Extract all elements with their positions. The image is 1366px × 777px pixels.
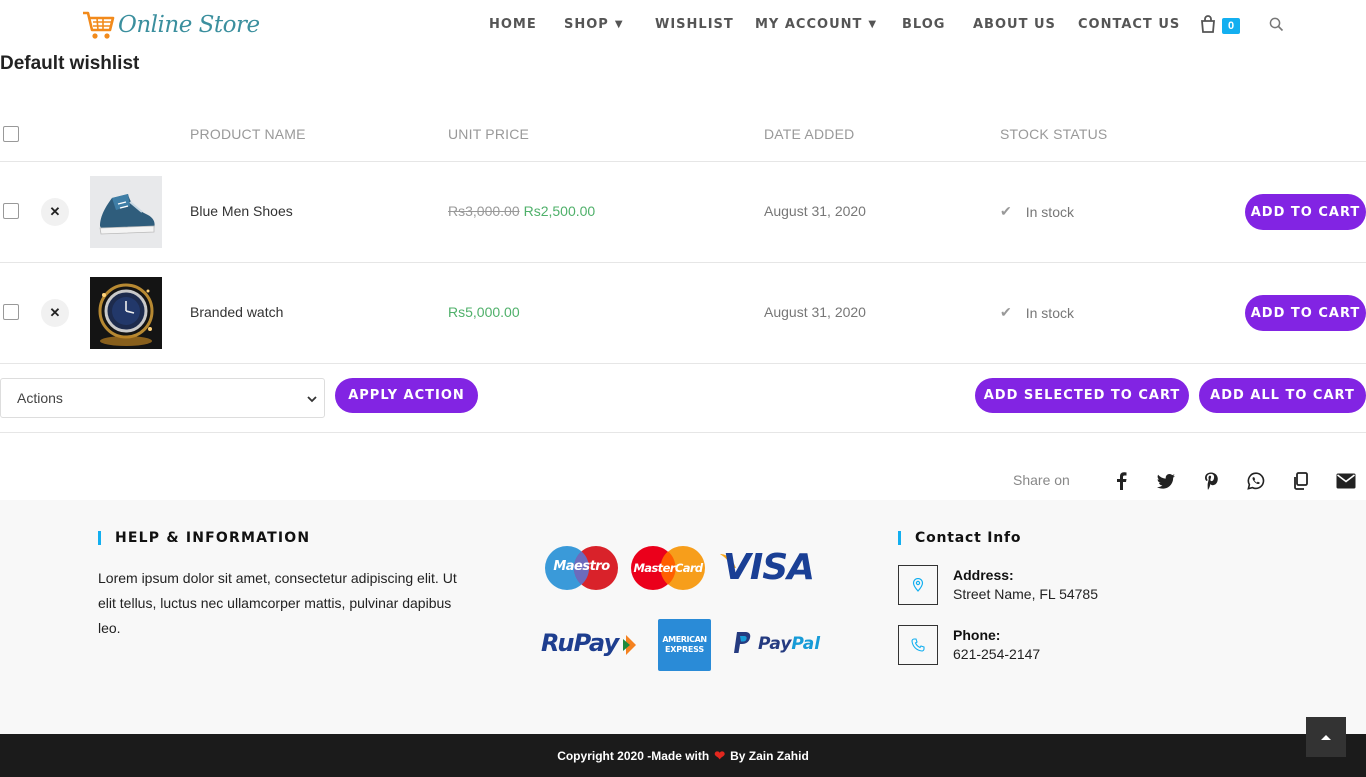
add-to-cart-button[interactable]: ADD TO CART: [1245, 194, 1366, 230]
nav-my-account[interactable]: MY ACCOUNT ▼: [755, 17, 877, 32]
scroll-to-top-button[interactable]: [1306, 717, 1346, 757]
unit-price: Rs3,000.00 Rs2,500.00: [448, 203, 595, 219]
divider: [0, 363, 1366, 364]
copyright-text: Copyright 2020 -Made with: [557, 748, 710, 763]
email-icon[interactable]: [1335, 470, 1357, 492]
heart-icon: ❤: [714, 747, 726, 763]
location-pin-icon: [898, 565, 938, 605]
sale-price: Rs5,000.00: [448, 304, 520, 320]
paypal-logo-icon: [734, 632, 751, 653]
share-label: Share on: [1013, 472, 1070, 488]
rupay-label: RuPay: [541, 629, 619, 657]
remove-icon[interactable]: ✕: [41, 299, 69, 327]
chevron-down-icon: ▼: [868, 19, 878, 30]
add-all-to-cart-button[interactable]: ADD ALL TO CART: [1199, 378, 1366, 413]
help-information-text: Lorem ipsum dolor sit amet, consectetur …: [98, 570, 457, 636]
contact-info-title: Contact Info: [898, 531, 1021, 545]
apply-action-button[interactable]: APPLY ACTION: [335, 378, 478, 413]
search-icon[interactable]: [1269, 17, 1284, 37]
add-to-cart-button[interactable]: ADD TO CART: [1245, 295, 1366, 331]
stock-status: ✔ In stock: [1000, 203, 1074, 220]
nav-home[interactable]: HOME: [489, 17, 537, 32]
nav-shop-label: SHOP: [564, 17, 609, 32]
phone-label: Phone:: [953, 627, 1001, 643]
twitter-icon[interactable]: [1155, 470, 1177, 492]
maestro-label: Maestro: [553, 559, 610, 574]
column-header-date-added: DATE ADDED: [764, 126, 855, 142]
copyright-bar: Copyright 2020 -Made with ❤ By Zain Zahi…: [0, 734, 1366, 777]
rupay-arrow-icon: [623, 635, 636, 655]
watch-image[interactable]: [90, 277, 162, 349]
add-selected-to-cart-button[interactable]: ADD SELECTED TO CART: [975, 378, 1189, 413]
facebook-icon[interactable]: [1110, 470, 1132, 492]
nav-my-account-label: MY ACCOUNT: [755, 17, 863, 32]
whatsapp-icon[interactable]: [1245, 470, 1267, 492]
nav-contact[interactable]: CONTACT US: [1078, 17, 1180, 32]
chevron-down-icon: [306, 392, 318, 408]
mastercard-label: MasterCard: [633, 561, 703, 575]
paypal-pal: Pal: [791, 634, 821, 654]
divider: [0, 161, 1366, 162]
sale-price: Rs2,500.00: [523, 203, 596, 219]
column-header-stock-status: STOCK STATUS: [1000, 126, 1108, 142]
column-header-product-name: PRODUCT NAME: [190, 126, 306, 142]
stock-status: ✔ In stock: [1000, 304, 1074, 321]
divider: [0, 262, 1366, 263]
stock-status-label: In stock: [1025, 203, 1074, 220]
page-title: Default wishlist: [0, 53, 140, 74]
amex-line-2: EXPRESS: [665, 645, 704, 654]
logo-text: Online Store: [118, 12, 260, 38]
paypal-label: PayPal: [758, 633, 820, 655]
paypal-pay: Pay: [758, 634, 792, 654]
help-information-title: HELP & INFORMATION: [98, 531, 310, 545]
cart-icon[interactable]: [1200, 15, 1216, 38]
site-header: Online Store HOME SHOP ▼ WISHLIST MY ACCO…: [0, 0, 1366, 50]
row-checkbox[interactable]: [3, 203, 19, 219]
remove-icon[interactable]: ✕: [41, 198, 69, 226]
row-checkbox[interactable]: [3, 304, 19, 320]
copyright-author: By Zain Zahid: [730, 748, 809, 763]
actions-select[interactable]: Actions: [0, 378, 325, 418]
select-all-checkbox[interactable]: [3, 126, 19, 142]
pinterest-icon[interactable]: [1200, 470, 1222, 492]
chevron-up-icon: [1321, 735, 1331, 740]
shopping-cart-logo-icon: [83, 11, 115, 39]
check-icon: ✔: [1000, 203, 1012, 219]
column-header-unit-price: UNIT PRICE: [448, 126, 530, 142]
address-value: Street Name, FL 54785: [953, 586, 1099, 602]
divider: [0, 432, 1366, 433]
visa-label: VISA: [723, 547, 815, 588]
stock-status-label: In stock: [1025, 304, 1074, 321]
chevron-down-icon: ▼: [614, 19, 624, 30]
nav-wishlist[interactable]: WISHLIST: [655, 17, 734, 32]
original-price: Rs3,000.00: [448, 203, 520, 219]
sneaker-image[interactable]: [90, 176, 162, 248]
amex-line-1: AMERICAN: [662, 635, 707, 644]
american-express-logo-icon: AMERICAN EXPRESS: [658, 619, 711, 671]
product-name-link[interactable]: Blue Men Shoes: [190, 203, 293, 219]
nav-about[interactable]: ABOUT US: [973, 17, 1056, 32]
nav-shop[interactable]: SHOP ▼: [564, 17, 624, 32]
product-name-link[interactable]: Branded watch: [190, 304, 283, 320]
copy-icon[interactable]: [1290, 470, 1312, 492]
nav-blog[interactable]: BLOG: [902, 17, 945, 32]
address-label: Address:: [953, 567, 1014, 583]
check-icon: ✔: [1000, 304, 1012, 320]
unit-price: Rs5,000.00: [448, 304, 520, 320]
cart-count-badge: 0: [1222, 18, 1240, 34]
phone-value[interactable]: 621-254-2147: [953, 646, 1040, 662]
phone-icon: [898, 625, 938, 665]
actions-select-value: Actions: [17, 390, 63, 406]
date-added: August 31, 2020: [764, 203, 866, 219]
date-added: August 31, 2020: [764, 304, 866, 320]
site-logo[interactable]: Online Store: [82, 8, 260, 42]
